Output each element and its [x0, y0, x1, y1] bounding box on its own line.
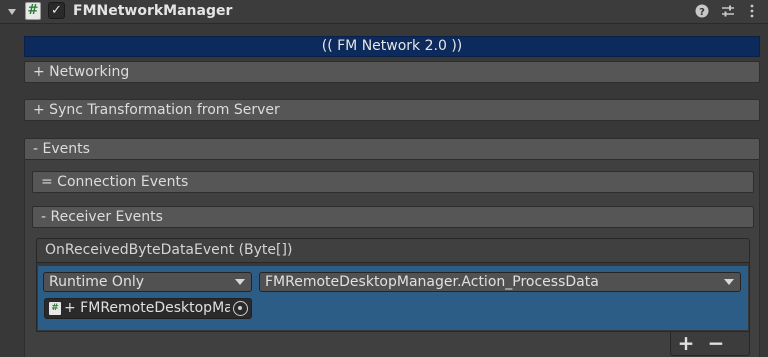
remove-listener-button[interactable]: −: [704, 332, 728, 354]
component-title: FMNetworkManager: [73, 3, 233, 19]
component-enabled-checkbox[interactable]: ✓: [48, 2, 65, 19]
section-networking[interactable]: + Networking: [24, 61, 760, 83]
runtime-mode-value: Runtime Only: [49, 274, 144, 290]
help-icon[interactable]: ?: [694, 2, 710, 20]
section-receiver-events[interactable]: - Receiver Events: [32, 206, 754, 228]
target-object-value: + FMRemoteDesktopManager (FMRemoteDeskto…: [64, 300, 230, 316]
runtime-mode-dropdown[interactable]: Runtime Only: [43, 272, 252, 292]
section-sync-transformation[interactable]: + Sync Transformation from Server: [24, 99, 760, 121]
script-icon: #: [25, 2, 41, 20]
add-listener-button[interactable]: +: [674, 332, 698, 354]
chevron-down-icon: [235, 279, 245, 285]
svg-text:?: ?: [699, 7, 705, 18]
function-dropdown[interactable]: FMRemoteDesktopManager.Action_ProcessDat…: [259, 272, 741, 292]
object-picker-icon[interactable]: [233, 301, 248, 316]
function-value: FMRemoteDesktopManager.Action_ProcessDat…: [265, 274, 599, 290]
section-events[interactable]: - Events: [24, 138, 760, 160]
script-icon: #: [49, 302, 61, 315]
section-connection-events[interactable]: = Connection Events: [32, 171, 754, 193]
more-icon[interactable]: [744, 2, 760, 20]
chevron-down-icon: [724, 279, 734, 285]
event-header: OnReceivedByteDataEvent (Byte[]): [36, 238, 750, 262]
fm-network-banner: (( FM Network 2.0 )): [24, 36, 760, 57]
foldout-arrow-icon[interactable]: [8, 9, 16, 15]
presets-icon[interactable]: [720, 2, 736, 20]
target-object-field[interactable]: # + FMRemoteDesktopManager (FMRemoteDesk…: [44, 298, 252, 319]
